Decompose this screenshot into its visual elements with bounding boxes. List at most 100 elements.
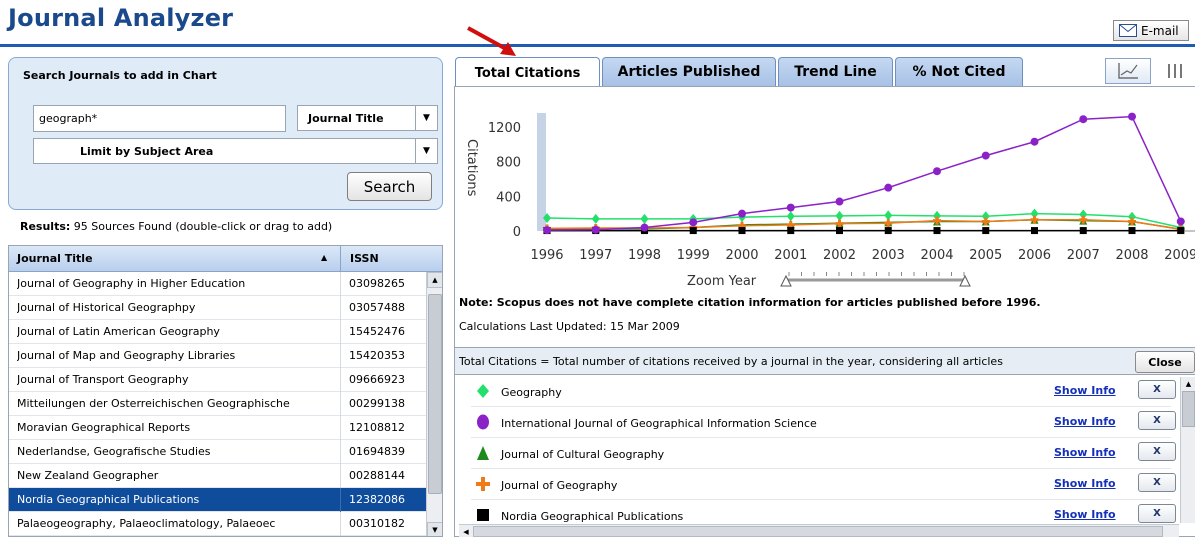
results-label: Results: <box>20 220 71 233</box>
data-point[interactable] <box>1128 112 1136 121</box>
column-divider <box>340 272 341 296</box>
show-info-link[interactable]: Show Info <box>1054 446 1116 459</box>
data-point[interactable] <box>1079 227 1087 235</box>
x-tick-label: 1996 <box>530 248 563 263</box>
data-point[interactable] <box>884 227 892 235</box>
tab-trend-line[interactable]: Trend Line <box>778 57 893 86</box>
scroll-thumb[interactable] <box>473 526 1163 537</box>
column-header-title[interactable]: Journal Title <box>17 252 93 265</box>
data-point[interactable] <box>835 197 844 206</box>
x-tick-label: 2007 <box>1067 248 1100 263</box>
scroll-up-icon[interactable]: ▲ <box>1181 377 1195 391</box>
data-point[interactable] <box>1031 227 1038 235</box>
show-info-link[interactable]: Show Info <box>1054 415 1116 428</box>
line-chart-icon <box>1118 63 1138 79</box>
metric-definition-bar: Total Citations = Total number of citati… <box>455 347 1195 375</box>
bar-chart-icon <box>1167 64 1182 78</box>
horizontal-scrollbar[interactable]: ◀ <box>459 524 1179 537</box>
table-row[interactable]: Journal of Historical Geographpy 03057488 <box>9 296 426 320</box>
table-row[interactable]: Journal of Transport Geography 09666923 <box>9 368 426 392</box>
legend-series-name: International Journal of Geographical In… <box>501 417 817 430</box>
journal-table: Journal Title ▲ ISSN Journal of Geograph… <box>8 245 443 537</box>
data-point[interactable] <box>689 227 697 235</box>
data-point[interactable] <box>933 227 941 235</box>
data-point[interactable] <box>786 211 795 222</box>
table-row[interactable]: Nederlandse, Geografische Studies 0169483… <box>9 440 426 464</box>
table-row[interactable]: Journal of Latin American Geography 15452… <box>9 320 426 344</box>
bar-view-button[interactable] <box>1154 58 1195 84</box>
show-info-link[interactable]: Show Info <box>1054 477 1116 490</box>
close-definition-button[interactable]: Close <box>1135 351 1195 373</box>
journal-title-cell: Moravian Geographical Reports <box>17 421 191 434</box>
zoom-slider[interactable] <box>780 272 971 287</box>
email-button[interactable]: E-mail <box>1113 20 1189 41</box>
column-divider <box>340 416 341 440</box>
scroll-thumb[interactable] <box>428 294 442 494</box>
journal-title-cell: Nederlandse, Geografische Studies <box>17 445 211 458</box>
scroll-down-icon[interactable]: ▼ <box>427 522 442 536</box>
data-point[interactable] <box>884 183 893 192</box>
tab-total-citations[interactable]: Total Citations <box>455 57 600 88</box>
issn-cell: 01694839 <box>349 445 405 458</box>
diamond-marker-icon <box>475 383 491 402</box>
zoom-year-label: Zoom Year <box>687 274 757 289</box>
table-row[interactable]: New Zealand Geographer 00288144 <box>9 464 426 488</box>
data-point[interactable] <box>591 225 600 234</box>
tab-percent-not-cited[interactable]: % Not Cited <box>895 57 1023 86</box>
subject-area-select[interactable]: Limit by Subject Area ▼ <box>33 138 438 164</box>
table-row[interactable]: Nordia Geographical Publications 12382086 <box>9 488 426 512</box>
search-field-select[interactable]: Journal Title ▼ <box>297 105 438 131</box>
issn-cell: 00310182 <box>349 517 405 530</box>
data-point[interactable] <box>1177 227 1185 235</box>
data-point[interactable] <box>1176 217 1185 226</box>
tab-articles-published[interactable]: Articles Published <box>602 57 776 86</box>
remove-series-button[interactable]: X <box>1138 504 1176 523</box>
remove-series-button[interactable]: X <box>1138 442 1176 461</box>
results-text: 95 Sources Found (double-click or drag t… <box>73 220 333 233</box>
data-point[interactable] <box>689 218 698 227</box>
data-point[interactable] <box>1128 227 1136 235</box>
table-body: Journal of Geography in Higher Education… <box>9 272 426 536</box>
legend-row: Journal of Cultural Geography Show Info X <box>471 438 1176 469</box>
data-point[interactable] <box>738 227 746 235</box>
email-label: E-mail <box>1141 23 1179 38</box>
table-row[interactable]: Journal of Map and Geography Libraries 15… <box>9 344 426 368</box>
data-point[interactable] <box>640 223 649 232</box>
show-info-link[interactable]: Show Info <box>1054 384 1116 397</box>
legend-series-name: Nordia Geographical Publications <box>501 510 684 523</box>
data-point[interactable] <box>836 227 843 235</box>
table-scrollbar[interactable]: ▲ ▼ <box>426 272 442 536</box>
scroll-thumb[interactable] <box>1182 391 1195 427</box>
data-point[interactable] <box>1079 115 1088 124</box>
column-header-issn[interactable]: ISSN <box>350 252 379 265</box>
legend-series-name: Journal of Geography <box>501 479 618 492</box>
scroll-left-icon[interactable]: ◀ <box>459 525 473 537</box>
remove-series-button[interactable]: X <box>1138 473 1176 492</box>
data-point[interactable] <box>1030 137 1039 146</box>
legend-scrollbar[interactable]: ▲ <box>1180 377 1195 523</box>
data-point[interactable] <box>933 167 941 176</box>
show-info-link[interactable]: Show Info <box>1054 508 1116 521</box>
issn-cell: 09666923 <box>349 373 405 386</box>
line-view-button[interactable] <box>1105 58 1151 84</box>
data-point[interactable] <box>640 213 649 224</box>
search-input[interactable] <box>33 105 286 132</box>
data-point[interactable] <box>981 151 990 160</box>
data-point[interactable] <box>543 226 551 235</box>
table-row[interactable]: Moravian Geographical Reports 12108812 <box>9 416 426 440</box>
table-row[interactable]: Palaeogeography, Palaeoclimatology, Pala… <box>9 512 426 536</box>
data-point[interactable] <box>982 227 990 235</box>
data-point[interactable] <box>591 213 600 224</box>
remove-series-button[interactable]: X <box>1138 380 1176 399</box>
table-row[interactable]: Journal of Geography in Higher Education… <box>9 272 426 296</box>
data-point[interactable] <box>738 209 746 218</box>
data-point[interactable] <box>786 203 795 212</box>
sort-ascending-icon[interactable]: ▲ <box>321 253 327 262</box>
scroll-up-icon[interactable]: ▲ <box>427 272 442 288</box>
search-button[interactable]: Search <box>347 172 432 201</box>
x-tick-label: 1999 <box>677 248 710 263</box>
data-point[interactable] <box>787 227 795 235</box>
table-row[interactable]: Mitteilungen der Osterreichischen Geogra… <box>9 392 426 416</box>
remove-series-button[interactable]: X <box>1138 411 1176 430</box>
column-divider <box>340 488 341 512</box>
